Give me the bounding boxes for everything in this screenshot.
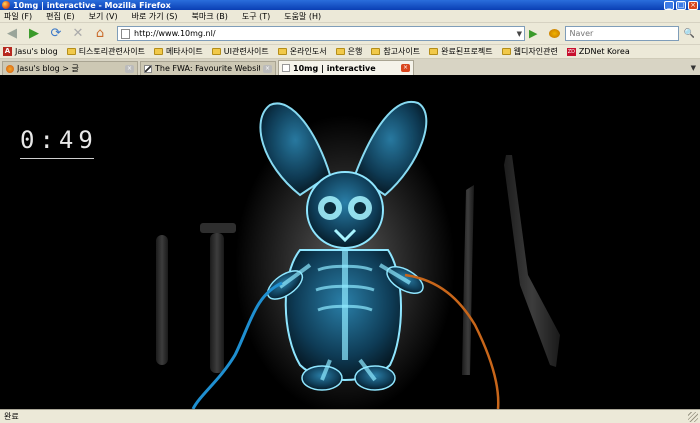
search-icon[interactable]: 🔍	[683, 29, 694, 39]
status-bar: 완료	[0, 409, 700, 423]
page-favicon-icon	[282, 64, 290, 72]
bookmark-zdnet[interactable]: ZD ZDNet Korea	[566, 47, 630, 56]
bookmark-folder-tistory[interactable]: 티스토리관련사이트	[66, 46, 145, 57]
url-dropdown-button[interactable]: ▼	[517, 30, 524, 38]
navigation-toolbar: ◀ ▶ ⟳ ✕ ⌂ ▼ ▶ 🔍	[0, 23, 700, 45]
folder-icon	[277, 48, 287, 55]
zdnet-favicon-icon: ZD	[566, 47, 576, 56]
forward-button[interactable]: ▶	[25, 25, 43, 43]
folder-icon	[335, 48, 345, 55]
status-text: 완료	[4, 412, 19, 421]
page-icon	[121, 28, 130, 39]
folder-icon	[153, 48, 163, 55]
tab-strip: Jasu's blog > 글 × The FWA: Favourite Web…	[0, 59, 700, 75]
folder-icon	[371, 48, 381, 55]
jasu-favicon-icon	[6, 64, 14, 73]
bookmark-folder-reference[interactable]: 참고사이트	[371, 46, 420, 57]
xray-scene[interactable]	[0, 75, 700, 409]
a-favicon-icon: A	[3, 47, 12, 56]
tab-10mg[interactable]: 10mg | interactive ×	[278, 60, 414, 75]
menu-tools[interactable]: 도구 (T)	[242, 11, 270, 22]
tab-jasus-blog[interactable]: Jasu's blog > 글 ×	[2, 61, 138, 75]
menu-view[interactable]: 보기 (V)	[89, 11, 118, 22]
bookmark-folder-bank[interactable]: 은행	[335, 46, 362, 57]
tab-list-button[interactable]: ▼	[691, 64, 700, 75]
fwa-favicon-icon	[144, 64, 152, 73]
menu-edit[interactable]: 편집 (E)	[46, 11, 75, 22]
tab-close-button[interactable]: ×	[401, 64, 410, 72]
search-input[interactable]	[565, 26, 680, 41]
scalpel-tool[interactable]	[462, 185, 474, 375]
bookmarks-toolbar: A Jasu's blog 티스토리관련사이트 메타사이트 UI관련사이트 온라…	[0, 45, 700, 59]
close-window-button[interactable]: ×	[688, 0, 698, 10]
window-title: 10mg | interactive - Mozilla Firefox	[13, 0, 171, 10]
bookmark-folder-ui[interactable]: UI관련사이트	[211, 46, 269, 57]
menu-bar: 파일 (F) 편집 (E) 보기 (V) 바로 가기 (S) 북마크 (B) 도…	[0, 10, 700, 23]
tab-fwa[interactable]: The FWA: Favourite Website Aw... ×	[140, 61, 276, 75]
menu-go[interactable]: 바로 가기 (S)	[132, 11, 178, 22]
bookmark-jasus-blog[interactable]: A Jasu's blog	[3, 47, 58, 56]
firefox-icon	[2, 1, 10, 9]
folder-icon	[429, 48, 439, 55]
menu-bookmarks[interactable]: 북마크 (B)	[192, 11, 228, 22]
maximize-button[interactable]: □	[676, 0, 686, 10]
stop-button[interactable]: ✕	[69, 25, 87, 43]
window-controls: _ □ ×	[664, 0, 700, 10]
minimize-button[interactable]: _	[664, 0, 674, 10]
address-bar[interactable]: ▼	[117, 26, 525, 41]
menu-file[interactable]: 파일 (F)	[4, 11, 32, 22]
bookmark-folder-projects[interactable]: 완료된프로젝트	[429, 46, 493, 57]
title-bar: 10mg | interactive - Mozilla Firefox _ □…	[0, 0, 700, 10]
search-bar: 🔍	[545, 26, 695, 41]
razor-tool[interactable]	[200, 223, 236, 373]
home-button[interactable]: ⌂	[91, 25, 109, 43]
url-input[interactable]	[134, 29, 504, 38]
page-content[interactable]: 0:49	[0, 75, 700, 409]
search-engine-icon[interactable]	[545, 27, 563, 41]
bookmark-folder-meta[interactable]: 메타사이트	[153, 46, 203, 57]
resize-grip-icon[interactable]	[688, 411, 698, 422]
syringe-tool[interactable]	[156, 235, 168, 365]
tweezers-tool[interactable]	[504, 155, 560, 367]
folder-icon	[211, 48, 221, 55]
reload-button[interactable]: ⟳	[47, 25, 65, 43]
back-button[interactable]: ◀	[3, 25, 21, 43]
go-button[interactable]: ▶	[529, 27, 537, 40]
countdown-timer: 0:49	[20, 125, 94, 159]
bookmark-folder-books[interactable]: 온라인도서	[277, 46, 327, 57]
tab-close-button[interactable]: ×	[125, 64, 134, 73]
folder-icon	[66, 48, 76, 55]
menu-help[interactable]: 도움말 (H)	[284, 11, 321, 22]
bookmark-folder-webdesign[interactable]: 웹디자인관련	[501, 46, 558, 57]
tab-close-button[interactable]: ×	[263, 64, 272, 73]
folder-icon	[501, 48, 511, 55]
